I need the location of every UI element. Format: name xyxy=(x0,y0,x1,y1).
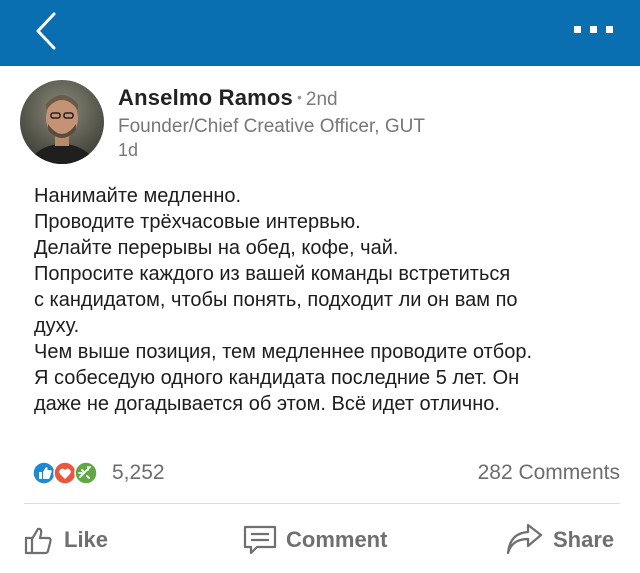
like-icon xyxy=(32,461,56,485)
separator-dot: • xyxy=(296,89,302,105)
post-line: даже не догадывается об этом. Всё идет о… xyxy=(34,393,500,415)
post-time: 1d xyxy=(118,140,139,160)
post-line: Проводите трёхчасовые интервью. xyxy=(34,211,361,233)
chevron-left-icon xyxy=(36,12,56,50)
reactions-count[interactable]: 5,252 xyxy=(112,461,165,485)
like-label: Like xyxy=(64,527,109,552)
post-line: с кандидатом, чтобы понять, подходит ли … xyxy=(34,289,518,311)
reaction-icons[interactable] xyxy=(32,461,102,485)
share-button[interactable]: Share xyxy=(505,520,614,560)
post-line: духу. xyxy=(34,315,80,337)
love-icon xyxy=(53,461,77,485)
post-line: Попросите каждого из вашей команды встре… xyxy=(34,263,511,285)
connection-degree: 2nd xyxy=(305,89,338,110)
post-author: Anselmo Ramos • 2nd Founder/Chief Creative… xyxy=(20,80,620,170)
comment-icon xyxy=(243,525,277,555)
more-options-button[interactable] xyxy=(570,20,618,40)
post-actions: Like Comment Share xyxy=(0,510,640,570)
share-arrow-icon xyxy=(506,523,543,555)
author-headline: Founder/Chief Creative Officer, GUT xyxy=(118,116,425,137)
author-name[interactable]: Anselmo Ramos xyxy=(118,85,293,110)
divider xyxy=(24,503,620,504)
comments-count[interactable]: 282 Comments xyxy=(478,461,620,485)
celebrate-icon xyxy=(74,461,98,485)
profile-photo-icon xyxy=(20,80,104,164)
avatar[interactable] xyxy=(20,80,104,164)
comment-button[interactable]: Comment xyxy=(242,520,387,560)
post-line: Я собеседую одного кандидата последние 5… xyxy=(34,367,520,389)
post-body: Нанимайте медленно. Проводите трёхчасовы… xyxy=(34,183,634,417)
back-button[interactable] xyxy=(28,8,68,54)
share-label: Share xyxy=(553,527,615,552)
post-line: Делайте перерывы на обед, кофе, чай. xyxy=(34,237,399,259)
top-navigation-bar xyxy=(0,0,640,66)
like-button[interactable]: Like xyxy=(22,520,108,560)
comment-label: Comment xyxy=(286,527,388,552)
author-name-row: Anselmo Ramos • 2nd xyxy=(118,85,338,111)
post-line: Чем выше позиция, тем медленнее проводит… xyxy=(34,341,532,363)
social-counts: 5,252 282 Comments xyxy=(32,455,622,491)
more-horizontal-icon xyxy=(574,26,613,33)
thumbs-up-icon xyxy=(24,527,52,555)
post-line: Нанимайте медленно. xyxy=(34,185,242,207)
